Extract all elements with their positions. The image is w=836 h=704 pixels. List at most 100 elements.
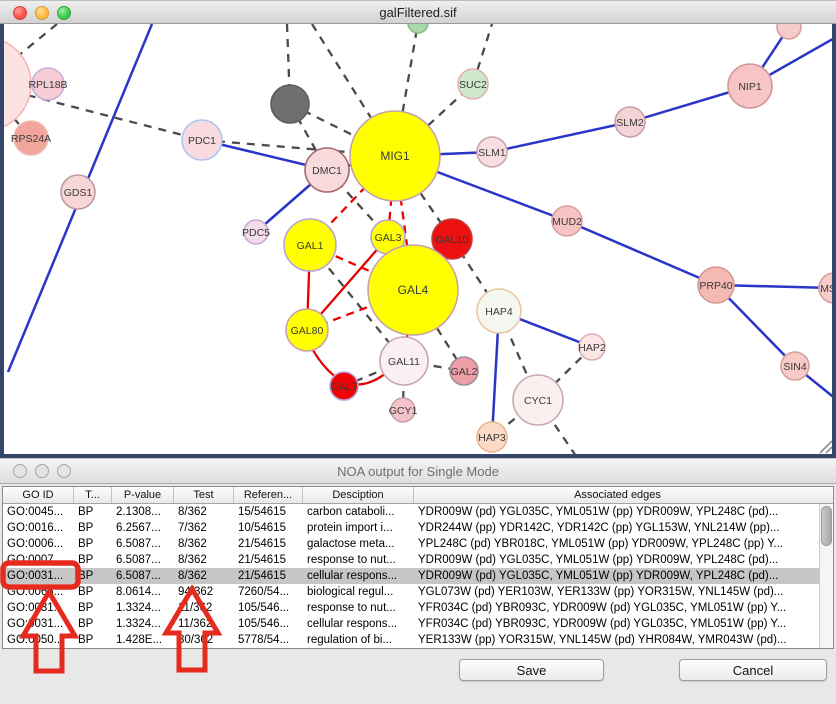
cell: YFR034C (pd) YBR093C, YDR009W (pd) YGL03… [414,616,821,632]
cell: cellular respons... [303,616,414,632]
cell: 5778/54... [234,632,303,648]
cell: BP [74,504,112,520]
cell: 15/54615 [234,504,303,520]
cell: YFR034C (pd) YBR093C, YDR009W (pd) YGL03… [414,600,821,616]
cell: GO:0016... [3,520,74,536]
table-scrollbar[interactable] [819,504,833,648]
cell: BP [74,520,112,536]
node-DMC1[interactable] [305,148,349,192]
table-row[interactable]: GO:0050...BP1.428E...80/3625778/54...reg… [3,632,833,648]
cell: BP [74,632,112,648]
cell: BP [74,616,112,632]
table-row[interactable]: GO:0031...BP1.3324...11/362105/546...cel… [3,616,833,632]
node-SLM2[interactable] [615,107,645,137]
cancel-button[interactable]: Cancel [679,659,827,681]
cell: 1.3324... [112,616,174,632]
network-window: galFiltered.sif RPL18BRPS24AGDS1PDC1DMC1… [0,0,836,458]
node-MSL1[interactable] [819,273,832,303]
node-GAL11[interactable] [380,337,428,385]
network-nodes: RPL18BRPS24AGDS1PDC1DMC1MIG1SUC2NIP1SLM2… [4,24,832,452]
node-HAP4[interactable] [477,289,521,333]
table-row[interactable]: GO:0065...BP8.0614...94/3627260/54...bio… [3,584,833,600]
cell: 8/362 [174,552,234,568]
edge-blue[interactable] [567,221,716,285]
column-header-4[interactable]: Referen... [234,487,303,503]
noa-titlebar[interactable]: NOA output for Single Mode [0,458,836,484]
network-canvas[interactable]: RPL18BRPS24AGDS1PDC1DMC1MIG1SUC2NIP1SLM2… [0,24,836,458]
column-header-5[interactable]: Desciption [303,487,414,503]
cell: 6.5087... [112,536,174,552]
cell: 8/362 [174,536,234,552]
cell: 11/362 [174,616,234,632]
network-window-title: galFiltered.sif [0,5,836,20]
node-PDC5[interactable] [244,220,268,244]
cell: 10/54615 [234,520,303,536]
table-row[interactable]: GO:0031...BP1.3324...11/362105/546...res… [3,600,833,616]
node-RPL18B[interactable] [32,68,64,100]
cell: biological regul... [303,584,414,600]
column-header-0[interactable]: GO ID [3,487,74,503]
cell: 94/362 [174,584,234,600]
edge-blue[interactable] [492,122,630,152]
column-header-6[interactable]: Associated edges [414,487,821,503]
cell: 21/54615 [234,568,303,584]
cell: GO:0045... [3,504,74,520]
table-row[interactable]: GO:0016...BP6.2567...7/36210/54615protei… [3,520,833,536]
cell: 21/54615 [234,536,303,552]
node-HAP2[interactable] [579,334,605,360]
node-pinkTopRight[interactable] [777,24,801,39]
column-header-3[interactable]: Test [174,487,234,503]
node-GAL4[interactable] [368,245,458,335]
cell: GO:0006... [3,536,74,552]
node-PDC1[interactable] [182,120,222,160]
cell: BP [74,568,112,584]
scrollbar-thumb[interactable] [821,506,832,546]
cell: response to nut... [303,600,414,616]
node-HAP3[interactable] [477,422,507,452]
node-GAL1[interactable] [284,219,336,271]
node-PRP40[interactable] [698,267,734,303]
node-bigpink[interactable] [4,37,31,131]
node-CYC1[interactable] [513,375,563,425]
node-MIG1[interactable] [350,111,440,201]
cell: YDR009W (pd) YGL035C, YML051W (pp) YDR00… [414,504,821,520]
table-body: GO:0045...BP2.1308...8/36215/54615carbon… [3,504,833,648]
node-SUC2[interactable] [458,69,488,99]
cell: 8/362 [174,568,234,584]
cell: 7260/54... [234,584,303,600]
node-MUD2[interactable] [552,206,582,236]
table-row[interactable]: GO:0007...BP6.5087...8/36221/54615respon… [3,552,833,568]
cell: BP [74,600,112,616]
cell: BP [74,536,112,552]
node-GDS1[interactable] [61,175,95,209]
node-NIP1[interactable] [728,64,772,108]
cell: YDR244W (pp) YDR142C, YDR142C (pp) YGL15… [414,520,821,536]
cell: GO:0065... [3,584,74,600]
column-header-2[interactable]: P-value [112,487,174,503]
node-GAL7[interactable] [330,372,358,400]
node-SIN4[interactable] [781,352,809,380]
network-svg[interactable]: RPL18BRPS24AGDS1PDC1DMC1MIG1SUC2NIP1SLM2… [4,24,832,454]
cell: carbon cataboli... [303,504,414,520]
node-grayNode[interactable] [271,85,309,123]
node-greenTop[interactable] [408,24,428,33]
table-row[interactable]: GO:0045...BP2.1308...8/36215/54615carbon… [3,504,833,520]
cell: YDR009W (pd) YGL035C, YML051W (pp) YDR00… [414,552,821,568]
cell: GO:0031... [3,616,74,632]
cell: YER133W (pp) YOR315W, YNL145W (pd) YHR08… [414,632,821,648]
table-row[interactable]: GO:0006...BP6.5087...8/36221/54615galact… [3,536,833,552]
node-SLM1[interactable] [477,137,507,167]
save-button[interactable]: Save [459,659,604,681]
cell: 1.428E... [112,632,174,648]
node-GAL80[interactable] [286,309,328,351]
network-titlebar[interactable]: galFiltered.sif [0,0,836,24]
table-header-row: GO IDT...P-valueTestReferen...Desciption… [3,487,833,504]
node-RPS24A[interactable] [14,121,48,155]
cell: 6.2567... [112,520,174,536]
cell: BP [74,552,112,568]
node-GCY1[interactable] [391,398,415,422]
column-header-1[interactable]: T... [74,487,112,503]
table-row[interactable]: GO:0031...BP6.5087...8/36221/54615cellul… [3,568,833,584]
node-GAL2[interactable] [450,357,478,385]
resize-grip-icon[interactable] [820,441,832,453]
